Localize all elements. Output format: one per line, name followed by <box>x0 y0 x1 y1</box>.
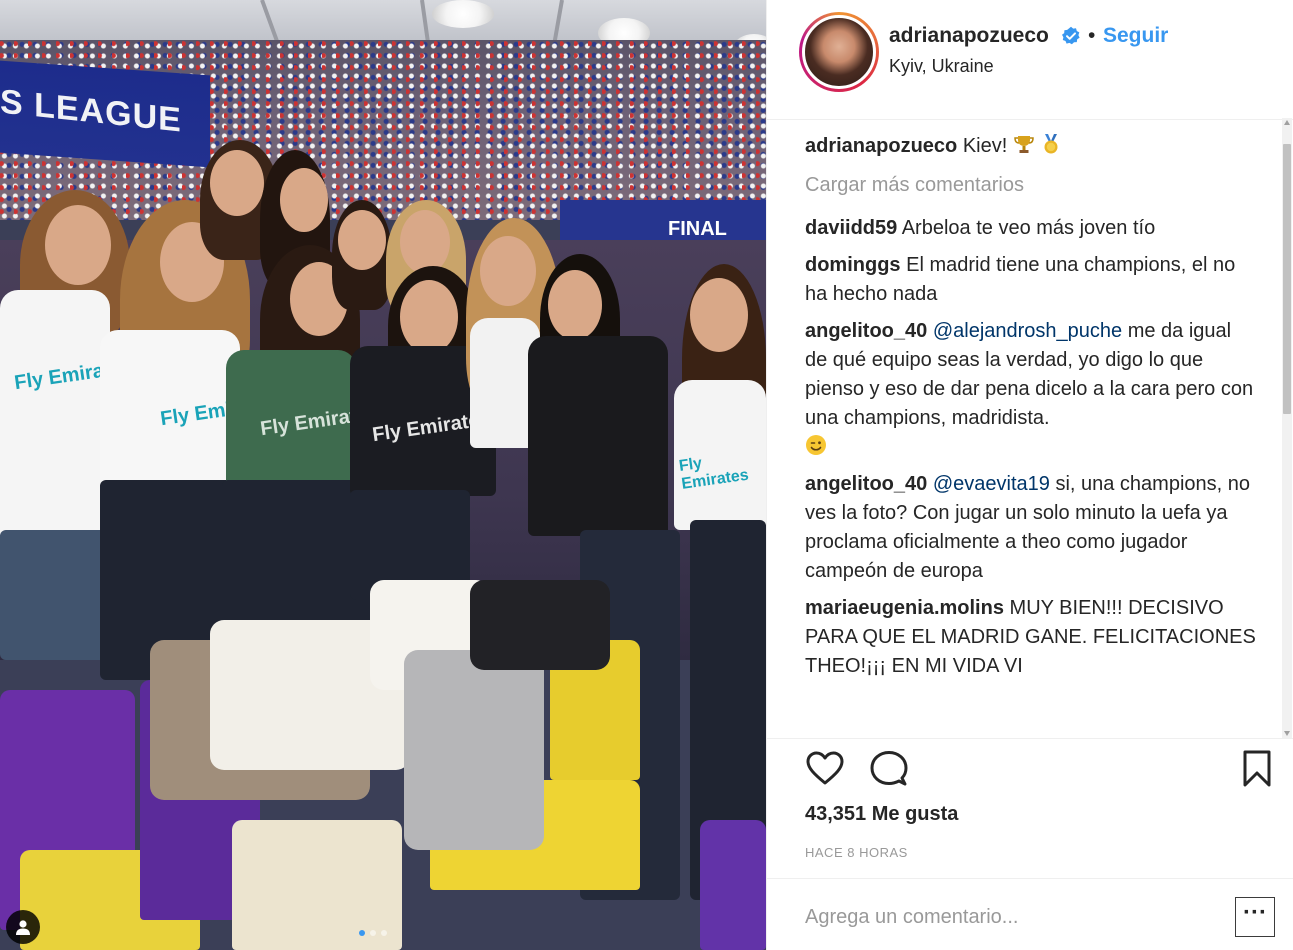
post-actions: 43,351 Me gusta HACE 8 HORAS <box>767 738 1293 878</box>
scrollbar-thumb[interactable] <box>1283 144 1291 414</box>
comment: angelitoo_40 @evaevita19 si, una champio… <box>805 470 1257 586</box>
more-options-icon: ··· <box>1243 899 1267 926</box>
load-more-comments-link[interactable]: Cargar más comentarios <box>805 171 1257 200</box>
caption-text: Kiev! <box>962 135 1008 157</box>
comment-input[interactable] <box>805 901 1225 933</box>
stadium-seat <box>700 820 766 950</box>
heart-icon <box>806 751 844 785</box>
avatar-photo <box>802 15 876 89</box>
user-tag-icon[interactable] <box>6 910 40 944</box>
verified-badge-icon <box>1062 26 1080 45</box>
post-side-panel: adrianapozueco • Seguir Kyiv, Ukraine ad… <box>766 0 1293 950</box>
person-face <box>400 210 450 274</box>
likes-count[interactable]: 43,351 Me gusta <box>805 803 958 826</box>
comment: dominggs El madrid tiene una champions, … <box>805 251 1257 309</box>
header-username[interactable]: adrianapozueco <box>889 24 1049 48</box>
person-face <box>338 210 386 270</box>
carousel-dot[interactable] <box>370 930 376 936</box>
carousel-dot[interactable] <box>359 930 365 936</box>
post-timestamp[interactable]: HACE 8 HORAS <box>805 845 908 860</box>
person-jacket <box>528 336 668 536</box>
medal-icon <box>1044 134 1058 154</box>
comment-username[interactable]: dominggs <box>805 254 901 276</box>
comments-list: adrianapozueco Kiev! Cargar más comentar… <box>805 132 1257 732</box>
carousel-dots <box>359 930 387 936</box>
stadium-light <box>432 0 494 28</box>
comment-username[interactable]: daviidd59 <box>805 217 897 239</box>
black-jacket <box>470 580 610 670</box>
comments-scrollbar[interactable] <box>1282 118 1292 738</box>
comment: angelitoo_40 @alejandrosh_puche me da ig… <box>805 317 1257 462</box>
person-shirt <box>0 290 110 540</box>
person-face <box>210 150 264 216</box>
comment-mention[interactable]: @alejandrosh_puche <box>933 320 1122 342</box>
comment-username[interactable]: angelitoo_40 <box>805 473 927 495</box>
carousel-dot[interactable] <box>381 930 387 936</box>
comment-username[interactable]: mariaeugenia.molins <box>805 597 1004 619</box>
caption: adrianapozueco Kiev! <box>805 132 1257 161</box>
location-link[interactable]: Kyiv, Ukraine <box>889 56 994 77</box>
save-button[interactable] <box>1237 749 1277 789</box>
post-photo[interactable]: S LEAGUE FINAL 5★★ Fly Emirates Fly Emir… <box>0 0 766 950</box>
like-button[interactable] <box>805 749 845 789</box>
person-face <box>480 236 536 306</box>
comment-username[interactable]: angelitoo_40 <box>805 320 927 342</box>
trophy-icon <box>1014 136 1034 153</box>
person-face <box>690 278 748 352</box>
comment: mariaeugenia.molins MUY BIEN!!! DECISIVO… <box>805 594 1257 681</box>
header-separator: • <box>1088 24 1096 47</box>
person-face <box>280 168 328 232</box>
comment-button[interactable] <box>869 749 909 789</box>
winking-face-icon <box>806 435 826 455</box>
follow-button[interactable]: Seguir <box>1103 24 1168 48</box>
speech-bubble-icon <box>870 751 908 786</box>
grey-backpack <box>404 650 544 850</box>
avatar[interactable] <box>799 12 879 92</box>
comment: daviidd59 Arbeloa te veo más joven tío <box>805 214 1257 243</box>
comment-mention[interactable]: @evaevita19 <box>933 473 1050 495</box>
add-comment-bar: ··· <box>767 878 1293 950</box>
scroll-down-arrow-icon[interactable] <box>1284 731 1290 736</box>
caption-username[interactable]: adrianapozueco <box>805 135 957 157</box>
comment-text: Arbeloa te veo más joven tío <box>901 217 1156 239</box>
scroll-up-arrow-icon[interactable] <box>1284 120 1290 125</box>
more-options-button[interactable]: ··· <box>1235 897 1275 937</box>
person-face <box>45 205 111 285</box>
bookmark-icon <box>1243 750 1271 787</box>
person-face <box>400 280 458 354</box>
post-header: adrianapozueco • Seguir Kyiv, Ukraine <box>767 0 1293 120</box>
person-face <box>548 270 602 340</box>
